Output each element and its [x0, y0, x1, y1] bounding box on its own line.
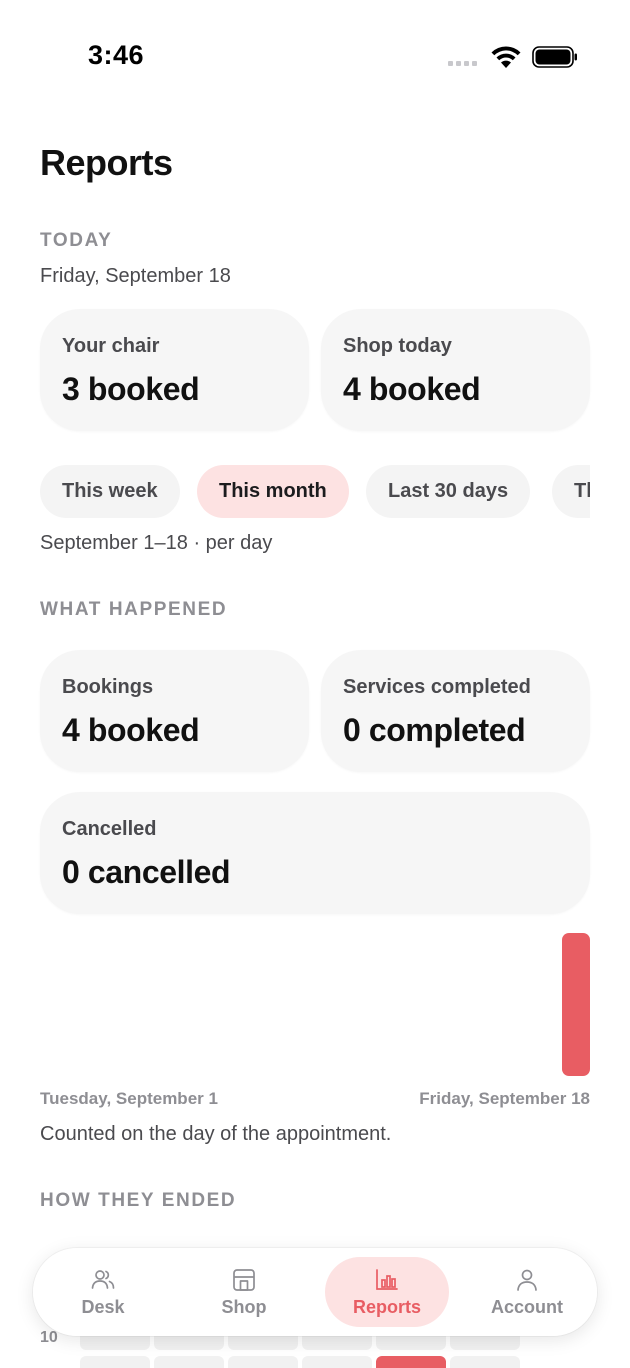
- chart-note: Counted on the day of the appointment.: [40, 1123, 392, 1145]
- heatmap-row: [80, 1356, 520, 1368]
- today-date: Friday, September 18: [40, 265, 231, 287]
- bar-chart-icon: [376, 1268, 398, 1290]
- tab-reports[interactable]: Reports: [325, 1257, 449, 1327]
- storefront-icon: [233, 1268, 255, 1291]
- battery-icon: [532, 46, 577, 68]
- bookings-card: Bookings 4 booked: [40, 650, 309, 772]
- chart-start-label: Tuesday, September 1: [40, 1089, 218, 1108]
- your-chair-card: Your chair 3 booked: [40, 309, 309, 431]
- chip-this-week[interactable]: This week: [40, 465, 180, 518]
- card-label: Shop today: [343, 335, 452, 357]
- tab-shop[interactable]: Shop: [182, 1257, 306, 1327]
- tab-account[interactable]: Account: [465, 1257, 589, 1327]
- shop-today-card: Shop today 4 booked: [321, 309, 590, 431]
- card-value: 4 booked: [343, 371, 481, 407]
- heatmap-row-number: 10: [40, 1329, 58, 1346]
- tab-label: Reports: [352, 1296, 421, 1317]
- tab-bar: Desk Shop Reports Account: [33, 1248, 597, 1336]
- tab-label: Shop: [221, 1296, 267, 1317]
- section-label-how-they-ended: HOW THEY ENDED: [40, 1190, 237, 1211]
- card-label: Bookings: [62, 676, 154, 698]
- tab-label: Desk: [81, 1296, 125, 1317]
- chip-last-30-days[interactable]: Last 30 days: [366, 465, 531, 518]
- page-title: Reports: [40, 142, 173, 183]
- section-label-today: TODAY: [40, 230, 113, 251]
- person-icon: [517, 1269, 537, 1291]
- tab-label: Account: [491, 1296, 563, 1317]
- chart-end-label: Friday, September 18: [419, 1089, 590, 1108]
- card-label: Services completed: [343, 676, 531, 698]
- wifi-icon: [491, 46, 521, 68]
- chip-this-month[interactable]: This month: [197, 465, 349, 518]
- card-label: Cancelled: [62, 818, 157, 840]
- section-label-what-happened: WHAT HAPPENED: [40, 599, 228, 620]
- cellular-signal-icon: [448, 61, 477, 66]
- card-value: 0 completed: [343, 712, 526, 748]
- status-bar: 3:46: [0, 0, 630, 110]
- card-value: 3 booked: [62, 371, 200, 407]
- services-completed-card: Services completed 0 completed: [321, 650, 590, 772]
- status-time: 3:46: [88, 40, 145, 70]
- card-value: 4 booked: [62, 712, 200, 748]
- card-value: 0 cancelled: [62, 854, 231, 890]
- card-label: Your chair: [62, 335, 160, 357]
- chart-bar-sep-18: [562, 933, 590, 1076]
- period-filter-chips: This week This month Last 30 days Th: [40, 465, 590, 519]
- cancelled-card: Cancelled 0 cancelled: [40, 792, 590, 914]
- range-text: September 1–18 · per day: [40, 532, 273, 554]
- people-icon: [91, 1269, 115, 1289]
- chip-more[interactable]: Th: [552, 465, 590, 518]
- tab-desk[interactable]: Desk: [41, 1257, 165, 1327]
